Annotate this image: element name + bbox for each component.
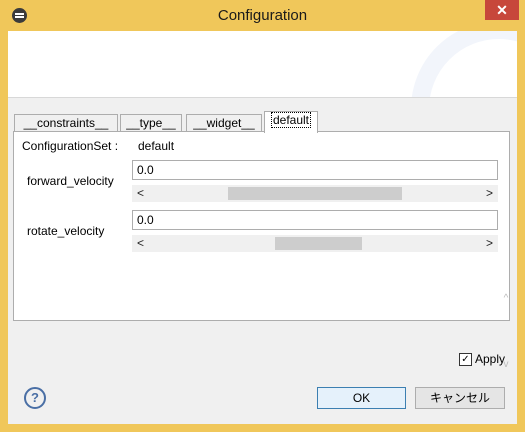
checkbox-icon[interactable]: ✓ <box>459 353 472 366</box>
tab-type[interactable]: __type__ <box>120 114 182 132</box>
help-icon[interactable]: ? <box>24 387 46 409</box>
close-button[interactable]: ✕ <box>485 0 519 20</box>
configuration-dialog: Configuration ✕ __constraints__ __type__… <box>0 0 525 432</box>
forward-velocity-label: forward_velocity <box>27 174 114 188</box>
slider-thumb[interactable] <box>228 187 402 200</box>
scroll-left-icon[interactable]: < <box>132 185 149 202</box>
dialog-client: __constraints__ __type__ __widget__ defa… <box>8 31 517 424</box>
configuration-set-value: default <box>138 139 175 153</box>
configuration-set-label: ConfigurationSet : <box>22 139 119 153</box>
ok-button[interactable]: OK <box>317 387 406 409</box>
tab-label: default <box>270 112 312 128</box>
rotate-velocity-input[interactable] <box>132 210 498 230</box>
forward-velocity-input[interactable] <box>132 160 498 180</box>
cancel-button[interactable]: キャンセル <box>415 387 505 409</box>
tab-label: __widget__ <box>193 116 255 130</box>
tab-label: __type__ <box>126 116 176 130</box>
tab-constraints[interactable]: __constraints__ <box>14 114 118 132</box>
window-title: Configuration <box>217 7 308 24</box>
scroll-left-icon[interactable]: < <box>132 235 149 252</box>
forward-velocity-slider[interactable]: < > <box>132 185 498 202</box>
rotate-velocity-slider[interactable]: < > <box>132 235 498 252</box>
tab-label: __constraints__ <box>23 116 109 130</box>
slider-thumb[interactable] <box>275 237 362 250</box>
scroll-up-icon[interactable]: ^ <box>497 293 515 304</box>
header-banner <box>8 31 517 98</box>
rotate-velocity-label: rotate_velocity <box>27 224 105 238</box>
tab-widget[interactable]: __widget__ <box>186 114 262 132</box>
scroll-right-icon[interactable]: > <box>481 235 498 252</box>
tab-default[interactable]: default <box>264 111 318 133</box>
title-bar[interactable]: Configuration ✕ <box>0 0 525 31</box>
scroll-right-icon[interactable]: > <box>481 185 498 202</box>
banner-decoration <box>411 31 517 97</box>
apply-label: Apply <box>475 352 506 366</box>
tab-panel: ConfigurationSet : default forward_veloc… <box>13 131 510 321</box>
